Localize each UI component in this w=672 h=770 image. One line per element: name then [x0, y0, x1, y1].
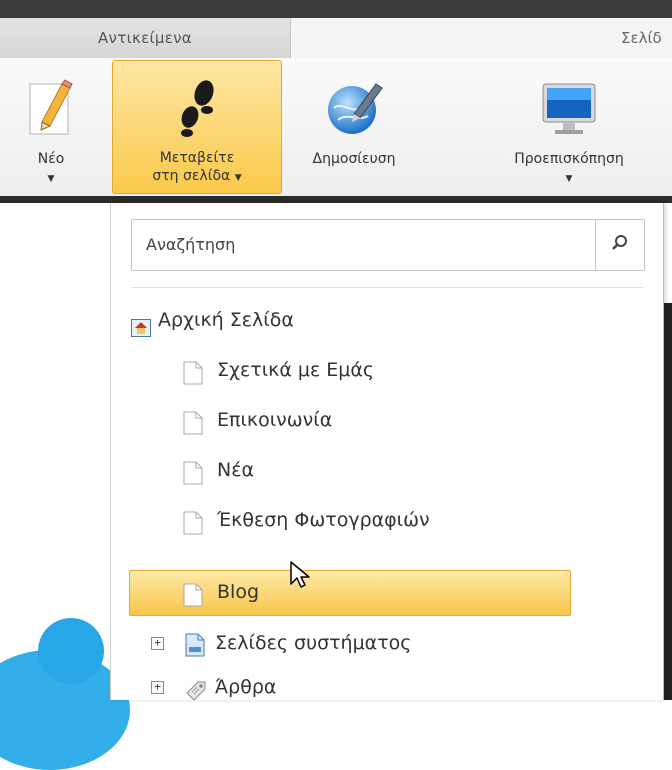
- page-icon: [183, 459, 203, 499]
- system-page-icon: [185, 631, 205, 671]
- tab-pages-label: Σελίδ: [621, 29, 662, 47]
- tree-item-label: Αρχική Σελίδα: [158, 309, 294, 331]
- pencil-icon: [28, 78, 74, 140]
- search-input[interactable]: Αναζήτηση: [146, 220, 235, 270]
- search-field[interactable]: Αναζήτηση: [131, 219, 645, 271]
- goto-page-button[interactable]: Μεταβείτε στη σελίδα ▼: [112, 60, 282, 194]
- ribbon-toolbar: Νέο ▼ Μεταβείτε στη σελίδα ▼ Δημοσίευση …: [0, 58, 672, 197]
- divider: [131, 287, 643, 288]
- page-icon: [183, 409, 203, 449]
- background-decoration: [38, 618, 104, 684]
- goto-page-dropdown: Αναζήτηση Αρχική Σελίδα Σχετικά με Εμάς …: [110, 203, 664, 701]
- mouse-pointer-icon: [289, 560, 311, 594]
- top-dark-strip: [0, 0, 672, 18]
- tree-item-label: Έκθεση Φωτογραφιών: [217, 509, 430, 531]
- ribbon-tab-row: Αντικείμενα Σελίδ: [0, 18, 672, 59]
- goto-label-line2: στη σελίδα: [152, 168, 231, 184]
- new-label: Νέο: [37, 151, 65, 167]
- search-button[interactable]: [595, 220, 644, 270]
- dropdown-arrow-icon: ▼: [565, 174, 573, 184]
- page-icon: [183, 509, 203, 549]
- dropdown-arrow-icon: ▼: [47, 174, 55, 184]
- goto-label-line1: Μεταβείτε: [159, 150, 235, 166]
- preview-label: Προεπισκόπηση: [514, 151, 624, 167]
- expand-icon[interactable]: +: [151, 681, 164, 694]
- search-icon: [611, 234, 629, 256]
- page-icon: [183, 359, 203, 399]
- tree-item-label: Σελίδες συστήματος: [215, 632, 412, 654]
- tab-items[interactable]: Αντικείμενα: [0, 18, 291, 58]
- publish-label: Δημοσίευση: [312, 151, 396, 167]
- tree-item-label: Blog: [217, 581, 259, 603]
- preview-button[interactable]: Προεπισκόπηση ▼: [474, 60, 664, 192]
- expand-icon[interactable]: +: [151, 637, 164, 650]
- publish-button[interactable]: Δημοσίευση: [290, 60, 418, 192]
- footprints-icon: [172, 79, 222, 143]
- tag-icon: [185, 676, 207, 716]
- ribbon-bottom-border: [0, 196, 672, 203]
- tree-item-label: Επικοινωνία: [217, 409, 333, 431]
- home-icon: [131, 311, 151, 351]
- tree-item-label: Νέα: [217, 459, 255, 481]
- new-button[interactable]: Νέο ▼: [14, 60, 88, 192]
- globe-pen-icon: [324, 78, 384, 142]
- dropdown-arrow-icon: ▼: [234, 173, 242, 183]
- tree-item-label: Άρθρα: [215, 676, 277, 698]
- page-icon: [183, 581, 203, 621]
- monitor-icon: [539, 78, 599, 142]
- tab-pages[interactable]: Σελίδ: [291, 18, 672, 58]
- tree-item-label: Σχετικά με Εμάς: [217, 359, 375, 381]
